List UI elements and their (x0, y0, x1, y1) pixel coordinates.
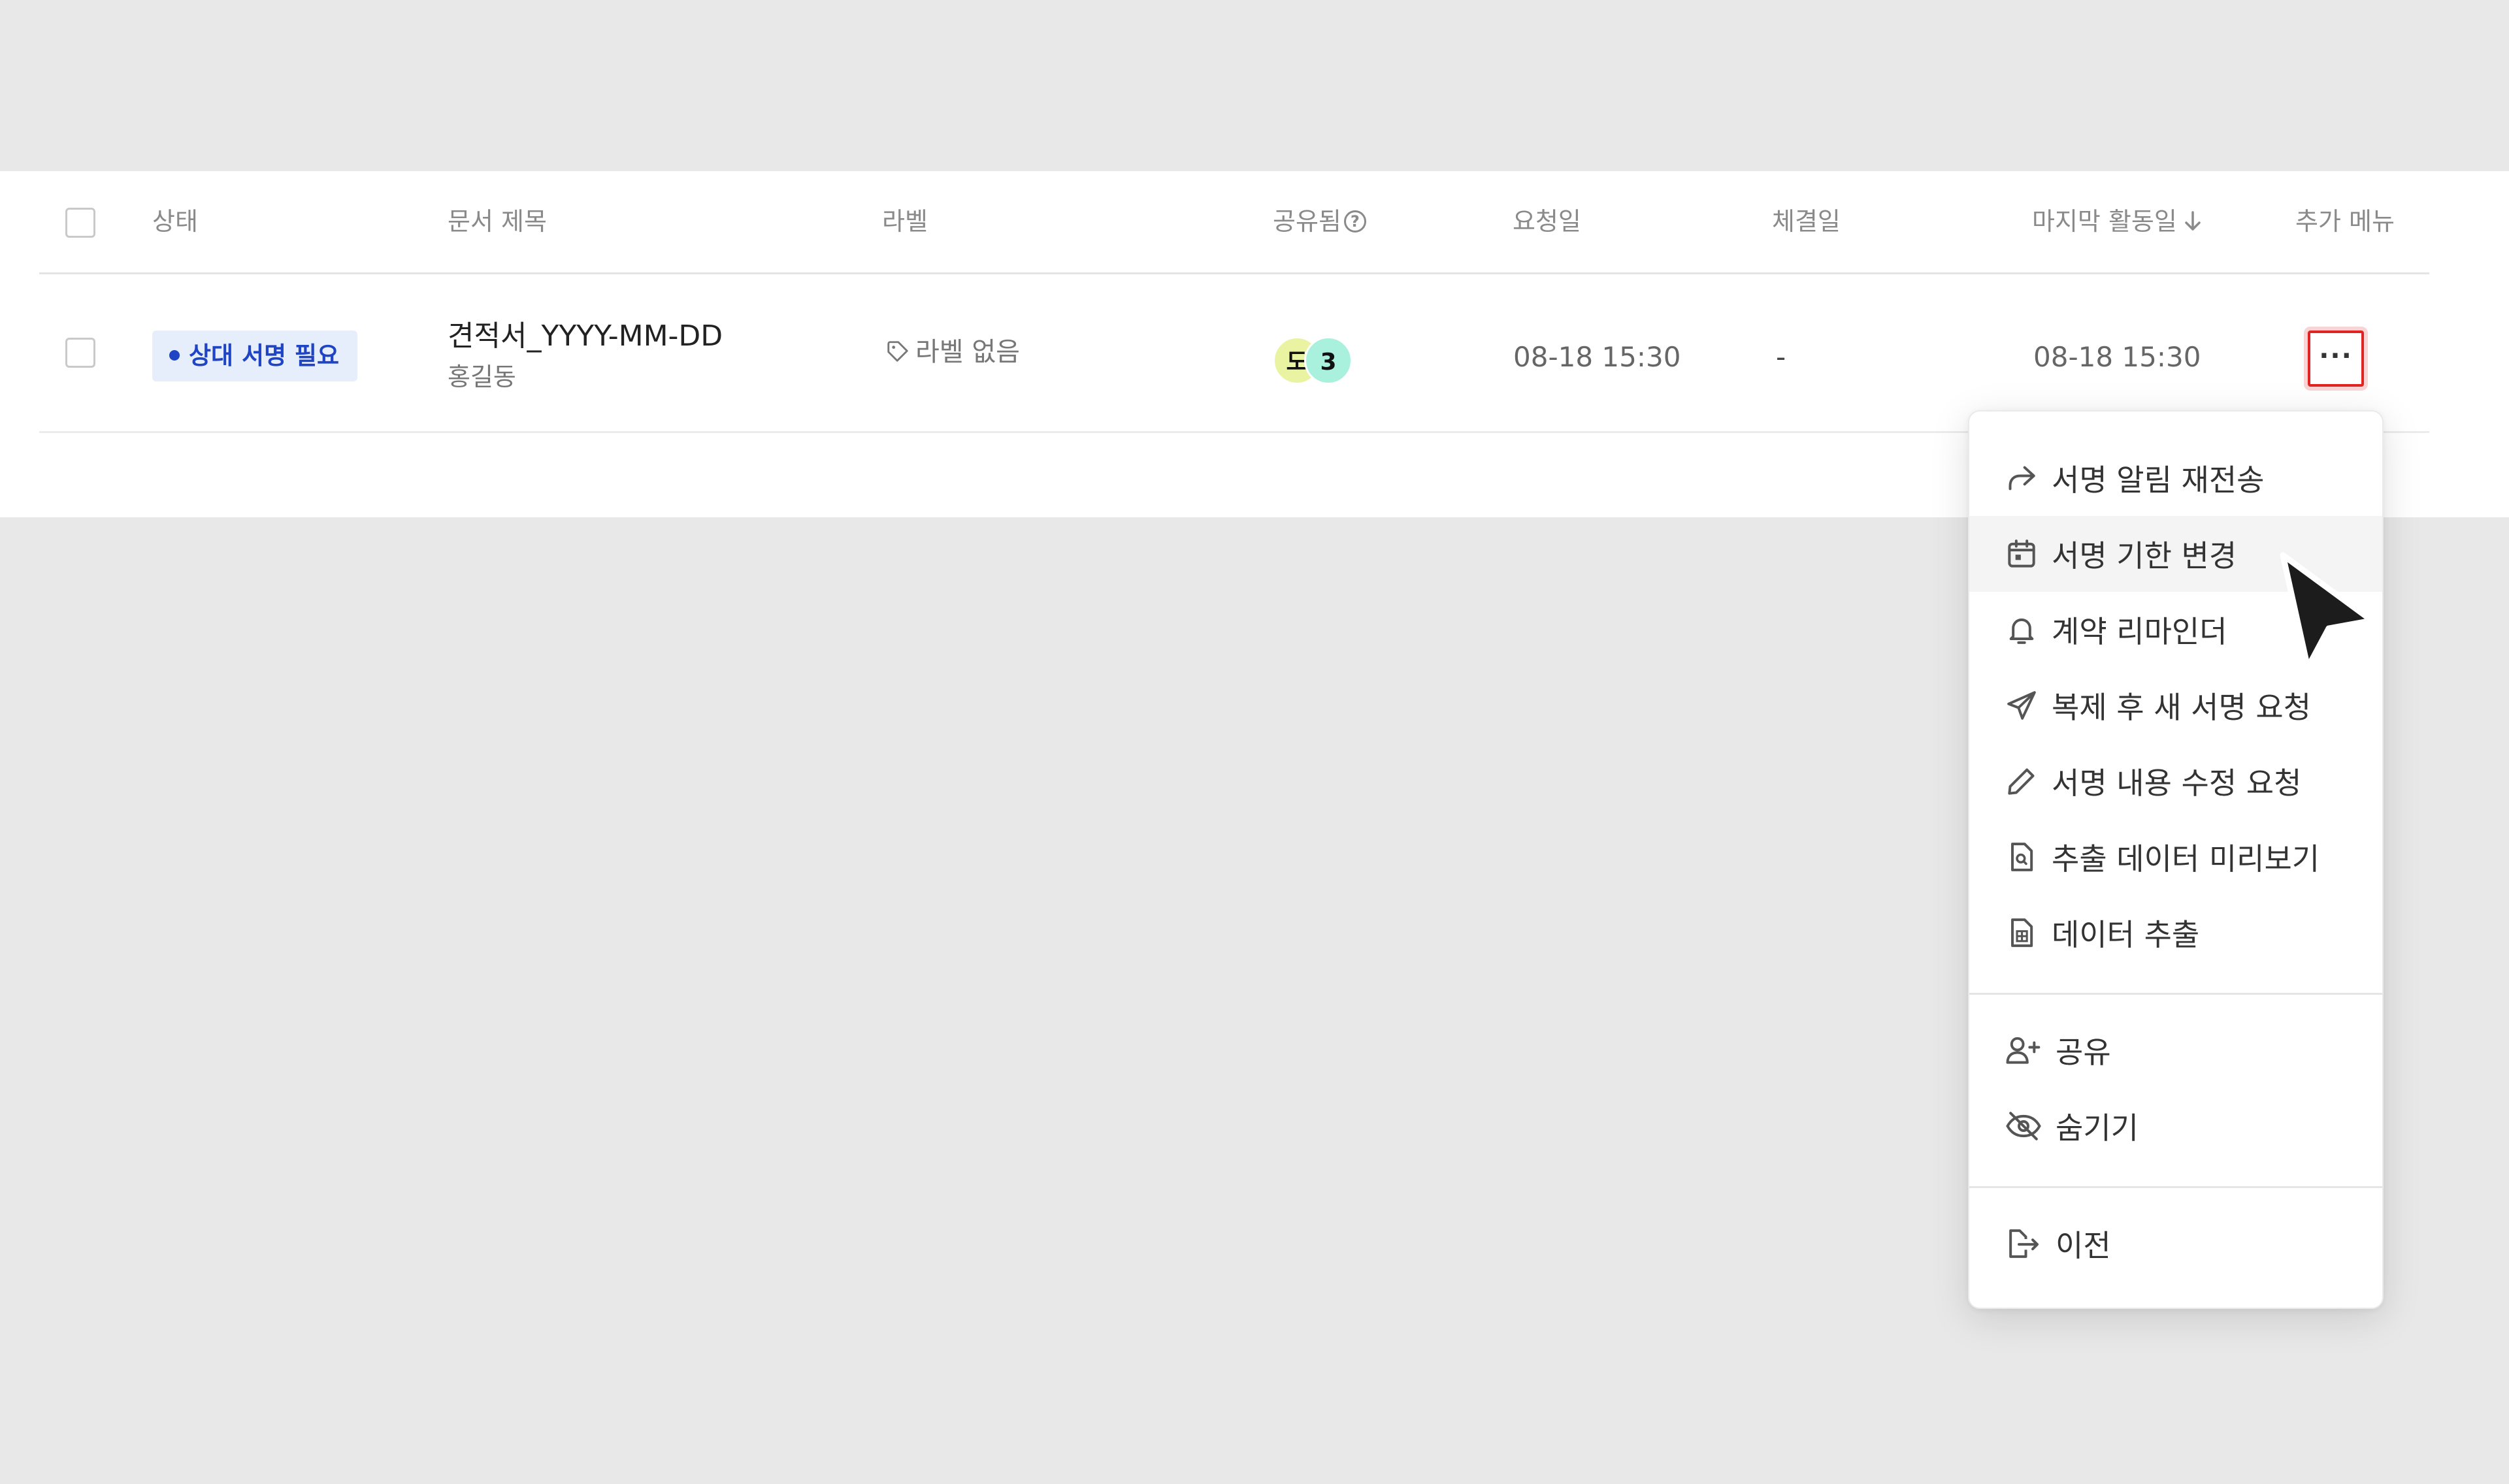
status-badge: 상대 서명 필요 (152, 331, 358, 381)
more-actions-menu: 서명 알림 재전송 서명 기한 변경 계약 리마인더 복제 후 새 서명 요청 … (1968, 410, 2384, 1309)
share-forward-icon (2009, 466, 2035, 491)
document-owner: 홍길동 (448, 363, 516, 391)
last-activity-date: 08-18 15:30 (2033, 341, 2201, 373)
help-icon[interactable]: ? (1343, 210, 1366, 233)
tag-icon (887, 341, 908, 362)
status-badge-label: 상대 서명 필요 (189, 342, 340, 370)
menu-item-share[interactable]: 공유 (1969, 1012, 2382, 1088)
menu-item-label: 공유 (2056, 1035, 2111, 1070)
menu-item-label: 복제 후 새 서명 요청 (2052, 690, 2312, 725)
menu-item-label: 추출 데이터 미리보기 (2052, 841, 2320, 877)
table-row[interactable]: 상대 서명 필요 견적서_YYYY-MM-DD 홍길동 라벨 없음 도 3 08… (39, 274, 2429, 433)
menu-item-transfer[interactable]: 이전 (1969, 1206, 2382, 1282)
bell-icon (2009, 618, 2034, 644)
mouse-cursor-icon (2280, 552, 2375, 671)
more-menu-button[interactable]: ··· (2308, 331, 2364, 387)
menu-item-label: 서명 알림 재전송 (2052, 462, 2265, 498)
label-text: 라벨 없음 (915, 337, 1020, 367)
eye-off-icon (2006, 1112, 2041, 1140)
paper-plane-icon (2007, 691, 2036, 720)
menu-item-resend-notification[interactable]: 서명 알림 재전송 (1969, 440, 2382, 516)
label-cell[interactable]: 라벨 없음 (885, 334, 1020, 370)
menu-item-hide[interactable]: 숨기기 (1969, 1088, 2382, 1164)
menu-item-extract-data[interactable]: 데이터 추출 (1969, 895, 2382, 971)
add-user-icon (2006, 1037, 2041, 1064)
header-doc-title[interactable]: 문서 제목 (448, 171, 547, 272)
concluded-date: - (1776, 341, 1786, 373)
shared-count-badge: 3 (1304, 336, 1353, 385)
header-status[interactable]: 상태 (152, 171, 198, 272)
header-concluded[interactable]: 체결일 (1772, 171, 1841, 272)
menu-item-label: 서명 내용 수정 요청 (2052, 766, 2302, 801)
shared-avatars[interactable]: 도 3 (1273, 336, 1364, 385)
select-all-checkbox[interactable] (65, 208, 95, 238)
table-header: 상태 문서 제목 라벨 공유됨? 요청일 체결일 마지막 활동일 추가 메뉴 (39, 171, 2429, 274)
menu-divider (1969, 993, 2382, 995)
menu-item-label: 계약 리마인더 (2052, 614, 2227, 649)
status-dot (169, 349, 180, 361)
header-last-activity[interactable]: 마지막 활동일 (2032, 171, 2202, 272)
menu-item-label: 숨기기 (2056, 1110, 2139, 1146)
menu-item-duplicate-request[interactable]: 복제 후 새 서명 요청 (1969, 668, 2382, 743)
header-shared[interactable]: 공유됨? (1273, 171, 1366, 272)
document-title[interactable]: 견적서_YYYY-MM-DD (448, 312, 723, 354)
header-label[interactable]: 라벨 (882, 171, 928, 272)
sort-arrow-down-icon (2185, 210, 2201, 231)
document-export-icon (2009, 1229, 2039, 1258)
menu-divider (1969, 1186, 2382, 1188)
menu-item-label: 이전 (2056, 1228, 2111, 1263)
row-checkbox[interactable] (65, 338, 95, 368)
menu-item-preview-data[interactable]: 추출 데이터 미리보기 (1969, 819, 2382, 895)
calendar-icon (2008, 540, 2035, 568)
header-more-menu: 추가 메뉴 (2295, 207, 2395, 236)
header-last-activity-label: 마지막 활동일 (2032, 207, 2177, 236)
menu-item-edit-request[interactable]: 서명 내용 수정 요청 (1969, 743, 2382, 819)
document-table-icon (2011, 918, 2033, 947)
pencil-icon (2008, 768, 2035, 795)
requested-date: 08-18 15:30 (1513, 341, 1681, 373)
header-shared-label: 공유됨 (1273, 207, 1341, 236)
header-requested[interactable]: 요청일 (1513, 171, 1581, 272)
menu-item-label: 서명 기한 변경 (2052, 538, 2237, 573)
document-table: 상태 문서 제목 라벨 공유됨? 요청일 체결일 마지막 활동일 추가 메뉴 상… (39, 171, 2429, 433)
document-search-icon (2011, 843, 2033, 871)
menu-item-label: 데이터 추출 (2052, 917, 2200, 952)
